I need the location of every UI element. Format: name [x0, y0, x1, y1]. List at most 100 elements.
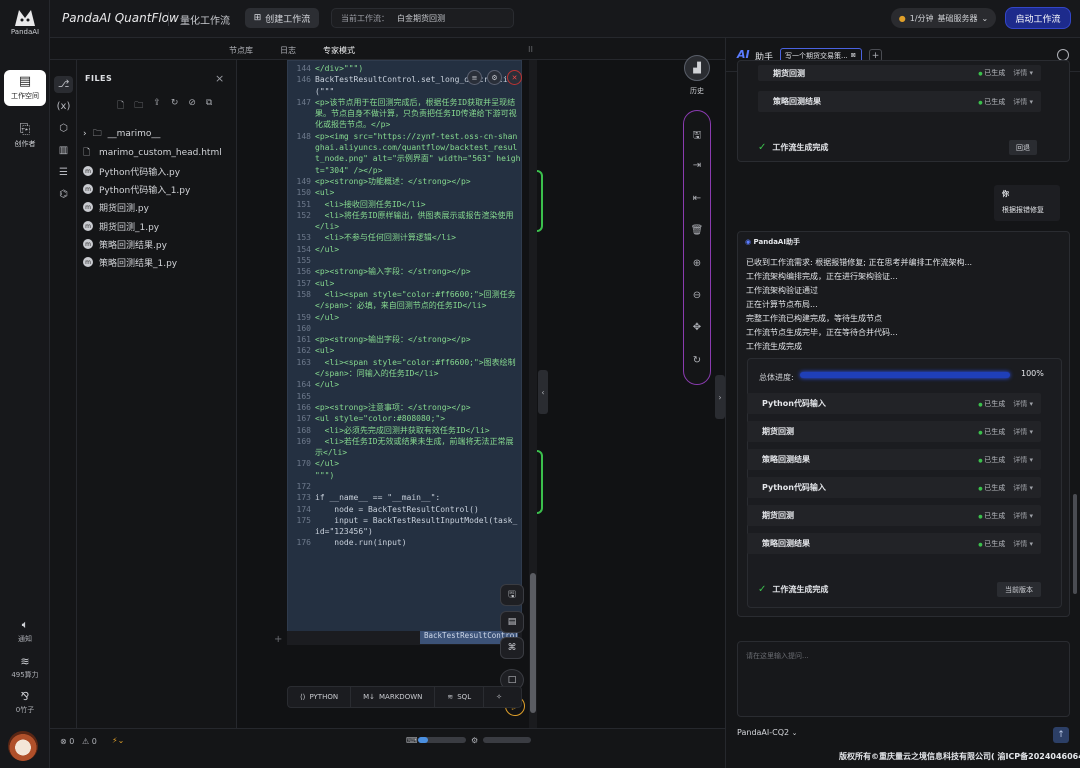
- chat-input[interactable]: 请在这里输入提问...: [737, 641, 1070, 717]
- copy-icon[interactable]: ⧉: [206, 98, 212, 114]
- scrollbar-thumb[interactable]: [530, 573, 536, 713]
- grid-menu-icon[interactable]: ⁝⁝: [528, 45, 533, 54]
- step-row[interactable]: 期货回测 已生成详情: [758, 65, 1041, 81]
- trash-icon[interactable]: 🗑: [684, 225, 710, 236]
- close-icon[interactable]: ×: [215, 72, 224, 85]
- model-selector[interactable]: PandaAI-CQ2 ⌄: [737, 728, 807, 743]
- chat-tab-label: 写一个期货交易策...: [785, 51, 848, 60]
- current-workflow-value: 白金期货回测: [397, 13, 445, 23]
- import-icon[interactable]: ⇤: [684, 193, 710, 204]
- divider: [168, 12, 169, 26]
- create-workflow-button[interactable]: ⊞ 创建工作流: [245, 8, 319, 28]
- fit-view-icon[interactable]: ✥: [684, 322, 710, 333]
- new-folder-icon[interactable]: 🗀: [134, 98, 143, 114]
- zoom-out-icon[interactable]: ⊖: [684, 290, 710, 301]
- tab-log[interactable]: 日志: [280, 45, 296, 56]
- tab-expert-mode[interactable]: 专家模式: [323, 45, 355, 56]
- zoom-slider[interactable]: [418, 737, 466, 743]
- package-icon[interactable]: ⬡: [54, 120, 73, 137]
- docs-icon[interactable]: ▥: [54, 142, 73, 159]
- nav-workspace[interactable]: ▤ 工作空间: [4, 70, 46, 106]
- zoom-in-icon[interactable]: ⊕: [684, 258, 710, 269]
- rollback-button[interactable]: 回退: [1009, 140, 1037, 155]
- warning-count[interactable]: ⚠ 0: [82, 737, 97, 746]
- keyboard-icon[interactable]: ⌨: [406, 736, 418, 745]
- file-row[interactable]: m Python代码输入.py: [83, 162, 233, 180]
- python-button[interactable]: ⟨⟩ PYTHON: [288, 687, 352, 707]
- avatar[interactable]: [8, 731, 38, 761]
- bamboo-indicator[interactable]: ⅋ 0竹子: [0, 690, 50, 715]
- step-row[interactable]: Python代码输入 已生成详情: [747, 393, 1041, 414]
- zoom-slider-fill: [418, 737, 428, 743]
- step-detail[interactable]: 详情: [1013, 68, 1033, 78]
- step-row[interactable]: 策略回测结果 已生成详情: [747, 533, 1041, 554]
- refresh-icon[interactable]: ↻: [171, 98, 179, 114]
- add-cell-icon[interactable]: +: [274, 634, 282, 645]
- notice-button[interactable]: 🔈︎ 通知: [0, 618, 50, 644]
- markdown-button[interactable]: M↓ MARKDOWN: [351, 687, 436, 707]
- menu-icon[interactable]: ≡: [467, 70, 482, 85]
- step-detail[interactable]: 详情: [1013, 399, 1033, 409]
- current-version-button[interactable]: 当前版本: [997, 582, 1041, 597]
- variables-icon[interactable]: (x): [54, 98, 73, 115]
- step-detail[interactable]: 详情: [1013, 539, 1033, 549]
- step-row[interactable]: 期货回测 已生成详情: [747, 421, 1041, 442]
- file-row[interactable]: m 策略回测结果.py: [83, 235, 233, 253]
- file-row[interactable]: m 策略回测结果_1.py: [83, 253, 233, 271]
- collapse-left-handle[interactable]: ‹: [538, 370, 548, 414]
- error-count[interactable]: ⊗ 0: [60, 737, 74, 746]
- command-icon[interactable]: ⌘: [500, 637, 524, 659]
- editor-scrollbar[interactable]: [529, 60, 537, 728]
- server-selector[interactable]: ● 1/分钟 基础服务器 ⌄: [891, 8, 996, 28]
- outline-icon[interactable]: ☰: [54, 164, 73, 181]
- file-row[interactable]: 🗋 marimo_custom_head.html: [83, 144, 233, 162]
- step-detail[interactable]: 详情: [1013, 427, 1033, 437]
- error-count-value: 0: [69, 737, 75, 746]
- new-file-icon[interactable]: 🗋: [117, 98, 124, 114]
- file-row[interactable]: m 期货回测.py: [83, 198, 233, 216]
- ai-button[interactable]: ✧: [484, 687, 514, 707]
- step-detail[interactable]: 详情: [1013, 511, 1033, 521]
- send-button[interactable]: ↑: [1053, 727, 1069, 743]
- reset-icon[interactable]: ↻: [684, 355, 710, 366]
- gear-icon[interactable]: ⚙: [471, 736, 478, 745]
- step-detail[interactable]: 详情: [1013, 483, 1033, 493]
- database-icon: ≋: [447, 693, 454, 701]
- hide-icon[interactable]: ⊘: [188, 98, 196, 114]
- history-button[interactable]: ▟ 历史: [683, 55, 711, 100]
- collapse-right-handle[interactable]: ›: [715, 375, 725, 419]
- step-row[interactable]: 策略回测结果 已生成详情: [758, 91, 1041, 112]
- bolt-icon[interactable]: ⚡⌄: [112, 736, 124, 745]
- server-rate: 1/分钟: [909, 13, 934, 23]
- upload-icon[interactable]: ⇪: [153, 98, 161, 114]
- step-row[interactable]: 策略回测结果 已生成详情: [747, 449, 1041, 470]
- export-icon[interactable]: ⇥: [684, 160, 710, 171]
- step-row[interactable]: Python代码输入 已生成详情: [747, 477, 1041, 498]
- dependency-icon[interactable]: ⌬: [54, 186, 73, 203]
- code-editor[interactable]: 144 </div>""") 146 BackTestResultControl.se…: [287, 60, 522, 645]
- step-detail[interactable]: 详情: [1013, 455, 1033, 465]
- file-row[interactable]: m Python代码输入_1.py: [83, 180, 233, 198]
- panel-scrollbar[interactable]: [1073, 494, 1077, 594]
- settings-icon[interactable]: ⚙: [487, 70, 502, 85]
- file-row[interactable]: m 期货回测_1.py: [83, 217, 233, 235]
- sql-button[interactable]: ≋ SQL: [435, 687, 485, 707]
- line-number: 173: [296, 493, 311, 503]
- step-row[interactable]: 期货回测 已生成详情: [747, 505, 1041, 526]
- close-icon[interactable]: ⊠: [851, 52, 856, 59]
- save-icon[interactable]: 🖫: [684, 128, 710, 145]
- width-slider[interactable]: [483, 737, 531, 743]
- folder-row[interactable]: › 🗀 __marimo__: [83, 125, 233, 143]
- bot-line: 工作流架构编排完成，正在进行架构验证...: [746, 272, 898, 281]
- files-icon[interactable]: ⎇: [54, 76, 73, 93]
- layout-icon[interactable]: ▤: [500, 611, 524, 633]
- files-header: FILES: [85, 74, 113, 83]
- step-detail[interactable]: 详情: [1013, 97, 1033, 107]
- start-workflow-button[interactable]: 启动工作流: [1005, 7, 1071, 29]
- tab-node-library[interactable]: 节点库: [229, 45, 253, 56]
- current-workflow-field[interactable]: 当前工作流： 白金期货回测: [331, 8, 514, 28]
- delete-cell-icon[interactable]: ✕: [507, 70, 522, 85]
- nav-creator[interactable]: ⎘ 创作者: [4, 118, 46, 154]
- compute-indicator[interactable]: ≋ 495算力: [0, 655, 50, 680]
- save-icon[interactable]: 🖫: [500, 584, 524, 606]
